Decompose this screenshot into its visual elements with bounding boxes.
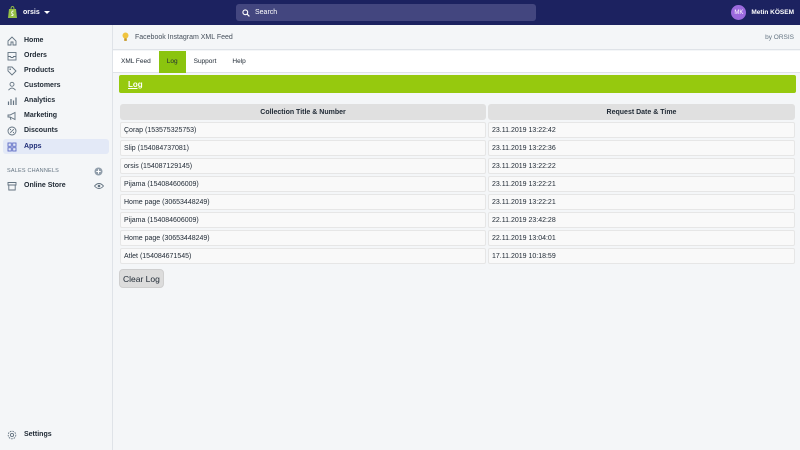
column-header-collection: Collection Title & Number bbox=[120, 104, 486, 120]
user-menu[interactable]: MK Metin KÖSEM bbox=[731, 4, 794, 21]
sidebar-item-apps[interactable]: Apps bbox=[3, 139, 109, 154]
sidebar-item-marketing[interactable]: Marketing bbox=[3, 108, 109, 123]
add-channel-icon[interactable] bbox=[94, 167, 103, 176]
collection-cell: Atlet (154084671545) bbox=[120, 248, 486, 264]
sidebar-item-customers[interactable]: Customers bbox=[3, 78, 109, 93]
date-cell: 23.11.2019 13:22:21 bbox=[488, 194, 795, 210]
main-content: Facebook Instagram XML Feed by ORSIS XML… bbox=[113, 25, 800, 450]
discount-icon bbox=[7, 126, 17, 135]
search-input[interactable]: Search bbox=[236, 4, 536, 21]
home-icon bbox=[7, 35, 17, 45]
collection-cell: Home page (30653448249) bbox=[120, 194, 486, 210]
app-title: Facebook Instagram XML Feed bbox=[135, 33, 233, 41]
log-link[interactable]: Log bbox=[128, 80, 143, 89]
tab-help[interactable]: Help bbox=[224, 51, 253, 73]
top-bar: orsis Search MK Metin KÖSEM bbox=[0, 0, 800, 25]
sidebar-item-orders[interactable]: Orders bbox=[3, 48, 109, 63]
date-cell: 23.11.2019 13:22:22 bbox=[488, 158, 795, 174]
search-icon bbox=[242, 8, 250, 17]
log-section-bar: Log bbox=[119, 75, 796, 93]
collection-cell: Slip (154084737081) bbox=[120, 140, 486, 156]
date-cell: 17.11.2019 10:18:59 bbox=[488, 248, 795, 264]
table-row: orsis (154087129145) 23.11.2019 13:22:22 bbox=[120, 158, 795, 174]
table-row: Çorap (153575325753) 23.11.2019 13:22:42 bbox=[120, 122, 795, 138]
store-name: orsis bbox=[23, 9, 40, 16]
sidebar-item-label: Marketing bbox=[24, 112, 58, 119]
sidebar-item-label: Customers bbox=[24, 82, 61, 89]
bar-chart-icon bbox=[7, 97, 17, 105]
person-icon bbox=[8, 81, 16, 91]
sidebar-item-label: Analytics bbox=[24, 97, 56, 104]
log-table: Collection Title & Number Request Date &… bbox=[118, 102, 797, 266]
collection-cell: Çorap (153575325753) bbox=[120, 122, 486, 138]
date-cell: 23.11.2019 13:22:42 bbox=[488, 122, 795, 138]
apps-icon bbox=[7, 142, 17, 151]
sidebar-item-label: Apps bbox=[24, 143, 42, 150]
table-row: Home page (30653448249) 23.11.2019 13:22:… bbox=[120, 194, 795, 210]
table-row: Pijama (154084606009) 23.11.2019 13:22:21 bbox=[120, 176, 795, 192]
sidebar-item-label: Products bbox=[24, 67, 55, 74]
date-cell: 23.11.2019 13:22:21 bbox=[488, 176, 795, 192]
sidebar-item-label: Settings bbox=[24, 431, 52, 438]
column-header-date: Request Date & Time bbox=[488, 104, 795, 120]
tab-support[interactable]: Support bbox=[186, 51, 225, 73]
tab-xml-feed[interactable]: XML Feed bbox=[113, 51, 159, 73]
eye-icon[interactable] bbox=[94, 182, 104, 190]
sidebar-item-settings[interactable]: Settings bbox=[3, 427, 109, 442]
collection-cell: Pijama (154084606009) bbox=[120, 176, 486, 192]
sidebar-item-label: Home bbox=[24, 37, 44, 44]
lightbulb-icon bbox=[122, 32, 129, 41]
store-icon bbox=[7, 181, 17, 190]
tag-icon bbox=[7, 66, 17, 76]
search-placeholder: Search bbox=[255, 9, 278, 16]
user-name: Metin KÖSEM bbox=[751, 9, 794, 16]
gear-icon bbox=[7, 430, 17, 439]
avatar: MK bbox=[731, 5, 747, 20]
date-cell: 23.11.2019 13:22:36 bbox=[488, 140, 795, 156]
collection-cell: Pijama (154084606009) bbox=[120, 212, 486, 228]
sales-channels-heading: SALES CHANNELS bbox=[7, 168, 60, 174]
app-header: Facebook Instagram XML Feed by ORSIS bbox=[113, 25, 800, 50]
table-row: Pijama (154084606009) 22.11.2019 23:42:28 bbox=[120, 212, 795, 228]
shopify-bag-icon bbox=[8, 6, 17, 18]
sidebar-item-discounts[interactable]: Discounts bbox=[3, 123, 109, 138]
collection-cell: orsis (154087129145) bbox=[120, 158, 486, 174]
date-cell: 22.11.2019 23:42:28 bbox=[488, 212, 795, 228]
sidebar-item-label: Discounts bbox=[24, 127, 58, 134]
sidebar-item-label: Orders bbox=[24, 52, 47, 59]
sidebar-item-products[interactable]: Products bbox=[3, 63, 109, 78]
chevron-down-icon bbox=[43, 11, 50, 14]
table-row: Slip (154084737081) 23.11.2019 13:22:36 bbox=[120, 140, 795, 156]
orders-icon bbox=[7, 51, 17, 60]
sidebar: Home Orders Products Customers Analytics… bbox=[0, 25, 113, 450]
megaphone-icon bbox=[7, 111, 16, 120]
collection-cell: Home page (30653448249) bbox=[120, 230, 486, 246]
table-row: Atlet (154084671545) 17.11.2019 10:18:59 bbox=[120, 248, 795, 264]
tab-log[interactable]: Log bbox=[158, 50, 186, 73]
date-cell: 22.11.2019 13:04:01 bbox=[488, 230, 795, 246]
app-author: by ORSIS bbox=[765, 33, 794, 41]
sidebar-item-label: Online Store bbox=[24, 182, 66, 189]
app-tabs: XML Feed Log Support Help bbox=[113, 50, 800, 73]
clear-log-button[interactable]: Clear Log bbox=[119, 269, 164, 288]
store-switcher[interactable]: orsis bbox=[7, 0, 50, 25]
sidebar-item-analytics[interactable]: Analytics bbox=[3, 93, 109, 108]
sidebar-item-home[interactable]: Home bbox=[3, 33, 109, 48]
table-header-row: Collection Title & Number Request Date &… bbox=[120, 104, 795, 120]
table-row: Home page (30653448249) 22.11.2019 13:04:… bbox=[120, 230, 795, 246]
